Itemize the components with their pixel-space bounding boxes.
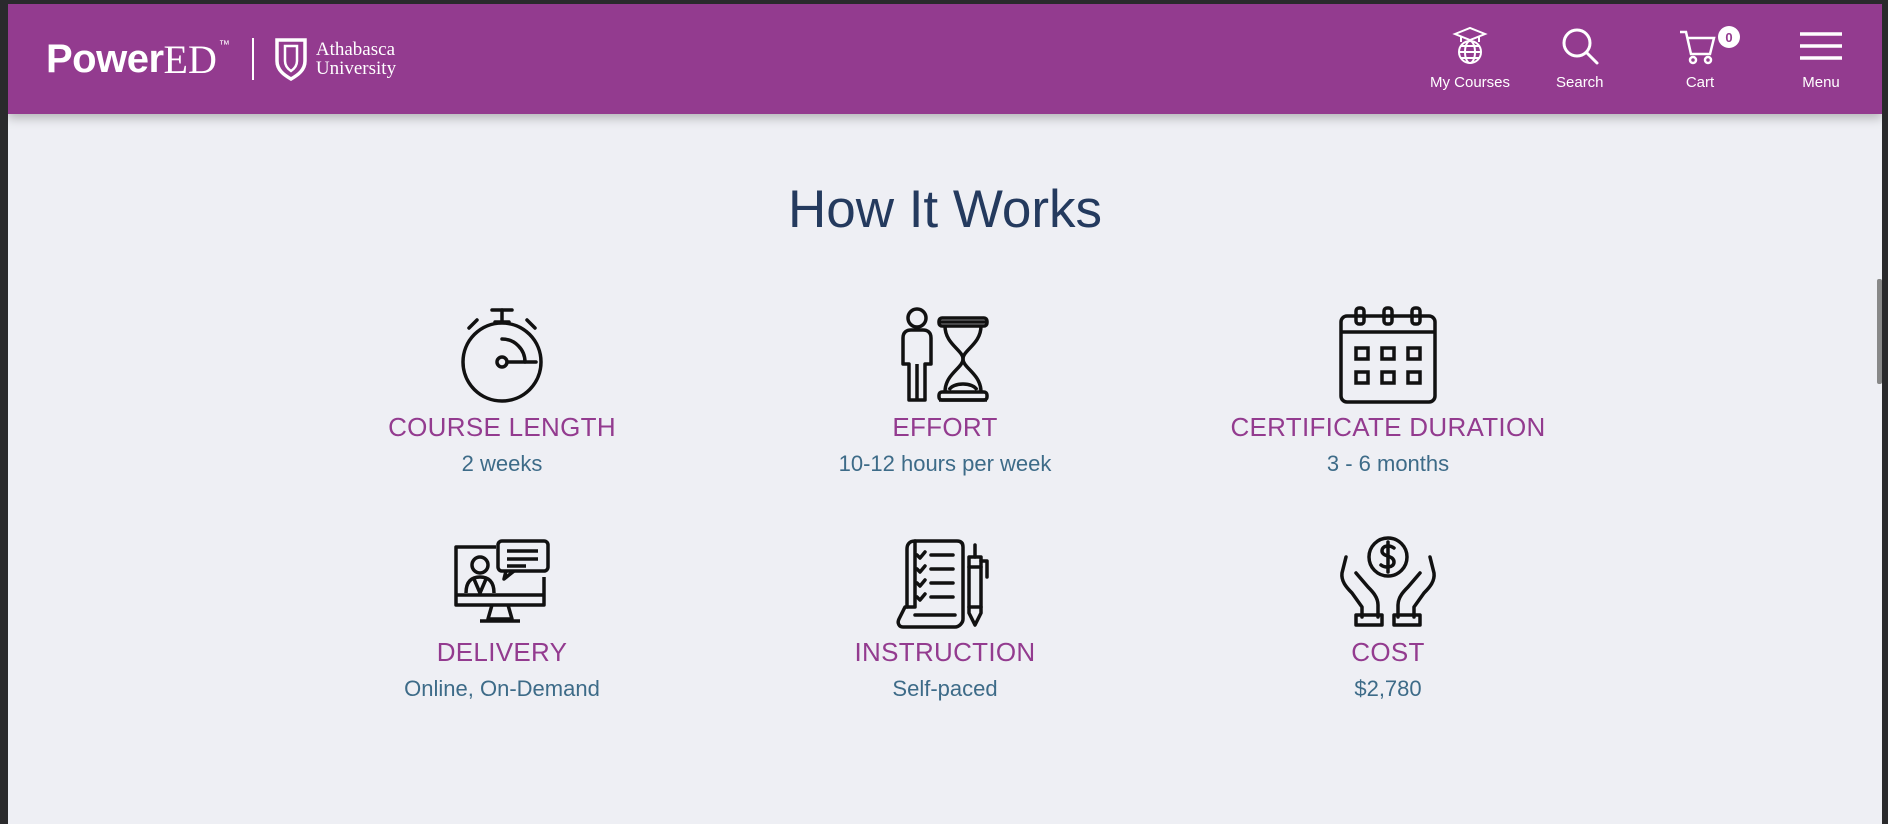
item-title: CERTIFICATE DURATION <box>1230 412 1546 442</box>
info-item-instruction: INSTRUCTION Self-paced <box>765 529 1125 702</box>
search-icon <box>1562 28 1599 65</box>
hamburger-menu-icon <box>1800 32 1842 60</box>
person-hourglass-icon <box>901 307 989 402</box>
nav-menu[interactable]: Menu <box>1798 26 1844 91</box>
item-value: 2 weeks <box>461 451 543 476</box>
scrollbar-thumb[interactable] <box>1877 279 1882 384</box>
calendar-icon <box>1339 306 1437 404</box>
powered-athabasca-logo[interactable]: Power ED ™ Athabasca University <box>46 34 396 84</box>
logo-divider <box>251 38 254 80</box>
item-value: 10-12 hours per week <box>838 451 1052 476</box>
info-item-cost: COST $2,780 <box>1208 529 1568 702</box>
cart-count-badge: 0 <box>1718 26 1740 48</box>
nav-search-label: Search <box>1556 74 1604 91</box>
item-value: Self-paced <box>892 676 998 701</box>
item-title: INSTRUCTION <box>854 637 1036 667</box>
item-title: COURSE LENGTH <box>388 412 616 442</box>
item-value: 3 - 6 months <box>1326 451 1450 476</box>
item-icon-wrap <box>765 529 1125 629</box>
site-header: Power ED ™ Athabasca University My Courses <box>8 4 1882 114</box>
item-icon-wrap <box>765 304 1125 404</box>
nav-menu-label: Menu <box>1802 74 1840 91</box>
nav-search[interactable]: Search <box>1556 26 1604 91</box>
item-title: EFFORT <box>892 412 998 442</box>
cart-icon <box>1680 30 1716 65</box>
item-icon-wrap <box>322 529 682 629</box>
logo-brand-ed: ED <box>163 36 217 82</box>
logo-brand-power: Power <box>46 36 164 81</box>
item-icon-wrap <box>1208 529 1568 629</box>
item-title: DELIVERY <box>436 637 568 667</box>
logo-trademark: ™ <box>218 39 230 51</box>
item-value: $2,780 <box>1354 676 1422 701</box>
page-viewport: Power ED ™ Athabasca University My Courses <box>8 4 1882 824</box>
graduation-globe-icon <box>1452 26 1488 64</box>
item-icon-wrap <box>322 304 682 404</box>
logo-university-text: Athabasca University <box>316 40 396 78</box>
nav-my-courses[interactable]: My Courses <box>1430 26 1510 91</box>
info-item-effort: EFFORT 10-12 hours per week <box>765 304 1125 477</box>
info-item-certificate-duration: CERTIFICATE DURATION 3 - 6 months <box>1208 304 1568 477</box>
info-item-delivery: DELIVERY Online, On-Demand <box>322 529 682 702</box>
nav-cart-label: Cart <box>1685 74 1715 91</box>
checklist-scroll-icon <box>896 539 989 629</box>
item-value: Online, On-Demand <box>404 676 600 701</box>
cart-icon-wrap: 0 <box>1678 26 1740 66</box>
logo-university-line2: University <box>315 58 397 79</box>
nav-cart[interactable]: 0 Cart <box>1678 26 1740 91</box>
hands-coin-icon <box>1340 536 1436 627</box>
logo-university-line1: Athabasca <box>315 39 396 60</box>
nav-my-courses-label: My Courses <box>1430 74 1511 91</box>
stopwatch-icon <box>461 308 543 403</box>
item-title: COST <box>1351 637 1425 667</box>
item-icon-wrap <box>1208 304 1568 404</box>
section-heading: How It Works <box>787 180 1103 239</box>
info-item-course-length: COURSE LENGTH 2 weeks <box>322 304 682 477</box>
shield-icon <box>275 38 307 81</box>
online-delivery-icon <box>454 539 550 623</box>
